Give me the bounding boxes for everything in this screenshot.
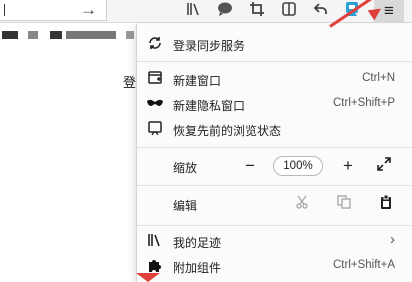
sync-icon (147, 36, 163, 52)
menu-item-library[interactable]: 我的足迹 › (137, 229, 412, 253)
library-icon[interactable] (184, 1, 204, 21)
zoom-reset-button[interactable]: 100% (273, 156, 323, 176)
page-text-fragment: 登 (123, 75, 137, 90)
url-bar[interactable]: → (0, 0, 107, 21)
menu-item-private-window[interactable]: 新建隐私窗口 Ctrl+Shift+P (137, 92, 412, 116)
library-icon (147, 233, 163, 249)
menu-item-addons[interactable]: 附加组件 Ctrl+Shift+A (137, 254, 412, 278)
menu-item-edit: 编辑 (137, 192, 412, 216)
menu-item-restore-session[interactable]: 恢复先前的浏览状态 (137, 117, 412, 141)
restore-icon (147, 121, 163, 137)
expand-arrows-icon[interactable] (375, 157, 393, 175)
mask-icon (147, 96, 163, 112)
menu-separator (137, 147, 412, 148)
zoom-out-button[interactable]: − (241, 157, 259, 175)
copy-icon[interactable] (335, 195, 353, 213)
bookmark-item[interactable] (66, 31, 116, 39)
menu-item-label: 恢复先前的浏览状态 (173, 124, 282, 138)
crop-icon[interactable] (247, 1, 267, 21)
app-menu-panel: 登录同步服务 新建窗口 Ctrl+N 新建隐私窗口 Ctrl+Shift+P 恢… (136, 24, 412, 282)
chevron-right-icon: › (390, 231, 395, 248)
menu-item-label: 我的足迹 (173, 236, 222, 250)
chat-icon[interactable] (215, 1, 235, 21)
bookmark-item[interactable] (50, 31, 62, 39)
menu-separator (137, 225, 412, 226)
bookmark-item[interactable] (2, 31, 18, 39)
back-undo-icon[interactable] (311, 1, 331, 21)
zoom-in-button[interactable]: + (339, 157, 357, 175)
text-caret (4, 4, 5, 16)
menu-item-label: 登录同步服务 (173, 39, 246, 53)
menu-item-zoom: 缩放 − 100% + (137, 154, 412, 178)
bookmark-item[interactable] (28, 31, 38, 39)
cut-icon[interactable] (293, 195, 311, 213)
menu-item-sync[interactable]: 登录同步服务 (137, 32, 412, 56)
new-window-icon (147, 71, 163, 87)
edit-label: 编辑 (173, 199, 198, 213)
menu-item-label: 新建窗口 (173, 74, 222, 88)
bookmark-item[interactable] (126, 31, 134, 39)
shortcut-label: Ctrl+Shift+P (333, 97, 395, 109)
puzzle-icon (147, 258, 163, 274)
reader-icon[interactable] (279, 1, 299, 21)
menu-separator (137, 185, 412, 186)
shortcut-label: Ctrl+Shift+A (333, 259, 395, 271)
paste-icon[interactable] (377, 194, 395, 213)
menu-item-label: 附加组件 (173, 261, 222, 275)
menu-item-label: 新建隐私窗口 (173, 99, 246, 113)
menu-item-new-window[interactable]: 新建窗口 Ctrl+N (137, 67, 412, 91)
go-arrow-icon[interactable]: → (80, 0, 97, 20)
menu-separator (137, 61, 412, 62)
shortcut-label: Ctrl+N (362, 72, 395, 84)
zoom-label: 缩放 (173, 161, 198, 175)
